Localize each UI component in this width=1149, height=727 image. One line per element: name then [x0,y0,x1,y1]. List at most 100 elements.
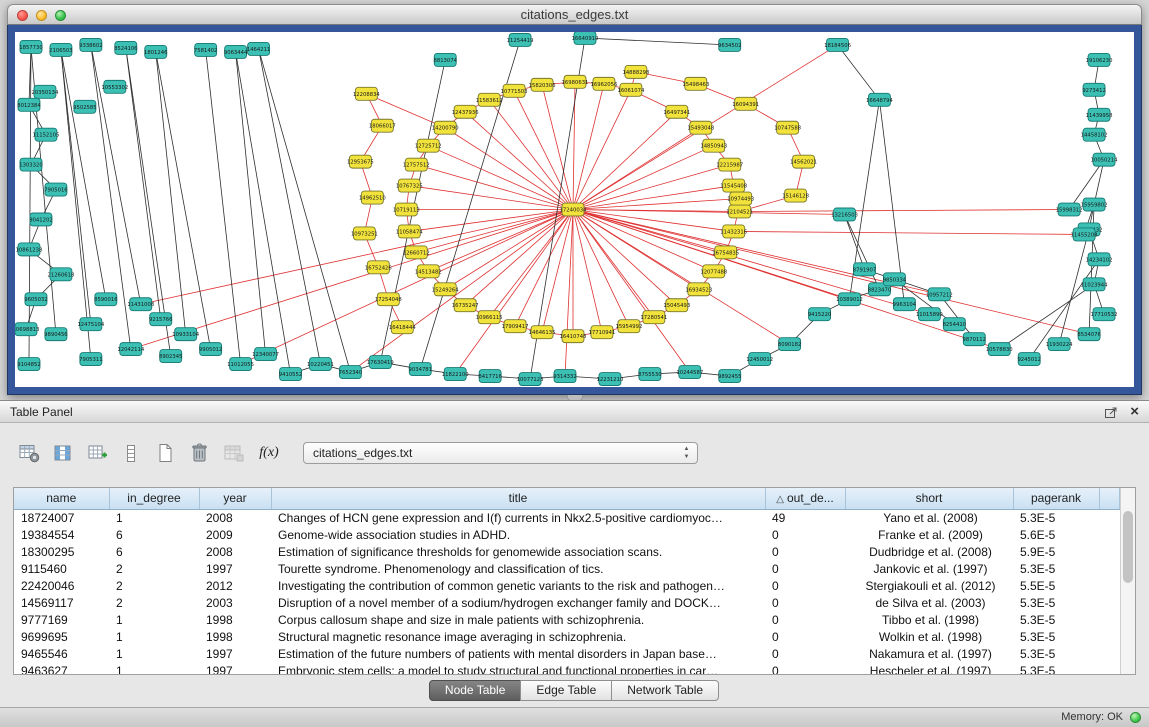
cell-in_degree[interactable]: 2 [109,578,199,595]
graph-node[interactable]: 8012384 [17,98,41,111]
network-canvas[interactable]: 1724003412104521115454081221598714850943… [15,32,1134,387]
graph-node[interactable]: 9245012 [1017,353,1040,366]
table-column-settings-button[interactable] [16,440,43,467]
graph-edge[interactable] [455,210,573,375]
graph-node[interactable]: 12077488 [700,265,727,278]
graph-node[interactable]: 16962056 [591,77,618,90]
graph-node[interactable]: 9215766 [149,313,173,326]
graph-node[interactable]: 17710941 [589,326,616,339]
graph-edge[interactable] [61,50,91,359]
cell-in_degree[interactable]: 2 [109,561,199,578]
graph-edge[interactable] [409,210,573,232]
graph-node[interactable]: 15959802 [1081,198,1108,211]
graph-node[interactable]: 16497341 [663,105,690,118]
graph-node[interactable]: 11012055 [227,358,254,371]
cell-name[interactable]: 9465546 [14,646,109,663]
graph-node[interactable]: 9273412 [1082,83,1105,96]
graph-node[interactable]: 18066017 [369,119,396,132]
graph-edge[interactable] [445,210,573,290]
graph-node[interactable]: 14562021 [790,155,817,168]
graph-node[interactable]: 17630419 [367,356,394,369]
graph-edge[interactable] [489,100,573,210]
cell-name[interactable]: 9115460 [14,561,109,578]
cell-in_degree[interactable]: 1 [109,629,199,646]
graph-node[interactable]: 8534076 [1077,328,1101,341]
zoom-window-button[interactable] [55,10,66,21]
row-height-button[interactable] [118,440,145,467]
table-row[interactable]: 946554611997Estimation of the future num… [14,646,1120,663]
cell-name[interactable]: 18300295 [14,544,109,561]
cell-in_degree[interactable]: 1 [109,612,199,629]
cell-out_degree[interactable]: 0 [765,595,845,612]
graph-node[interactable]: 14458102 [1081,128,1108,141]
graph-node[interactable]: 16061074 [617,83,644,96]
graph-node[interactable]: 9415220 [808,308,831,321]
table-row[interactable]: 1872400712008Changes of HCN gene express… [14,509,1120,527]
cell-name[interactable]: 9699695 [14,629,109,646]
graph-node[interactable]: 9034781 [409,363,432,376]
import-table-button[interactable] [220,440,247,467]
graph-node[interactable]: 12757512 [403,158,430,171]
graph-node[interactable]: 9890456 [44,328,68,341]
cell-name[interactable]: 14569117 [14,595,109,612]
cell-title[interactable]: Structural magnetic resonance image aver… [271,629,765,646]
cell-year[interactable]: 2008 [199,544,271,561]
graph-node[interactable]: 11015890 [916,308,943,321]
cell-pagerank[interactable]: 5.3E-5 [1013,612,1099,629]
cell-title[interactable]: Disruption of a novel member of a sodium… [271,595,765,612]
graph-node[interactable]: 14200790 [432,121,459,134]
cell-year[interactable]: 2003 [199,595,271,612]
graph-edge[interactable] [740,210,1069,212]
graph-node[interactable]: 10220451 [307,358,334,371]
graph-edge[interactable] [514,91,573,210]
close-panel-icon[interactable]: × [1130,402,1139,422]
graph-node[interactable]: 11152105 [33,128,60,141]
graph-node[interactable]: 11023944 [1081,278,1108,291]
cell-short[interactable]: de Silva et al. (2003) [845,595,1013,612]
graph-node[interactable]: 10861238 [16,243,43,256]
graph-edge[interactable] [845,214,880,289]
graph-node[interactable]: 9870112 [963,333,986,346]
graph-edge[interactable] [445,128,573,210]
graph-node[interactable]: 20350134 [32,85,59,98]
graph-node[interactable]: 15493048 [687,121,714,134]
graph-edge[interactable] [465,112,573,210]
graph-node[interactable]: 8090182 [778,338,801,351]
graph-node[interactable]: 7652340 [339,366,362,379]
graph-node[interactable]: 12042114 [117,343,144,356]
graph-edge[interactable] [573,84,604,210]
graph-node[interactable]: 16980631 [562,75,589,88]
cell-name[interactable]: 18724007 [14,509,109,527]
cell-title[interactable]: Tourette syndrome. Phenomenology and cla… [271,561,765,578]
cell-year[interactable]: 2008 [199,509,271,527]
graph-node[interactable]: 11439958 [1086,108,1113,121]
cell-short[interactable]: Franke et al. (2009) [845,527,1013,544]
graph-node[interactable]: 11432316 [720,225,747,238]
graph-node[interactable]: 16754835 [712,246,739,259]
function-builder-button[interactable]: f(x) [254,440,284,467]
graph-edge[interactable] [156,52,211,349]
cell-pagerank[interactable]: 5.9E-5 [1013,544,1099,561]
cell-in_degree[interactable]: 1 [109,646,199,663]
column-header-in_degree[interactable]: in_degree [109,488,199,509]
cell-out_degree[interactable]: 0 [765,561,845,578]
graph-edge[interactable] [838,45,880,100]
cell-in_degree[interactable]: 6 [109,527,199,544]
graph-edge[interactable] [489,210,573,318]
cell-out_degree[interactable]: 49 [765,509,845,527]
cell-name[interactable]: 19384554 [14,527,109,544]
graph-node[interactable]: 16640910 [572,32,599,44]
graph-node[interactable]: 15249264 [432,283,459,296]
graph-node[interactable]: 19106230 [1086,53,1113,66]
cell-year[interactable]: 2009 [199,527,271,544]
tab-node-table[interactable]: Node Table [429,680,522,701]
table-row[interactable]: 2242004622012Investigating the contribut… [14,578,1120,595]
graph-edge[interactable] [845,214,865,269]
table-edit-button[interactable] [84,440,111,467]
cell-name[interactable]: 9777169 [14,612,109,629]
graph-node[interactable]: 11545408 [720,179,747,192]
graph-node[interactable]: 9104852 [17,358,40,371]
graph-node[interactable]: 10933104 [172,328,199,341]
graph-node[interactable]: 9892455 [718,370,741,383]
graph-node[interactable]: 11431008 [127,298,154,311]
